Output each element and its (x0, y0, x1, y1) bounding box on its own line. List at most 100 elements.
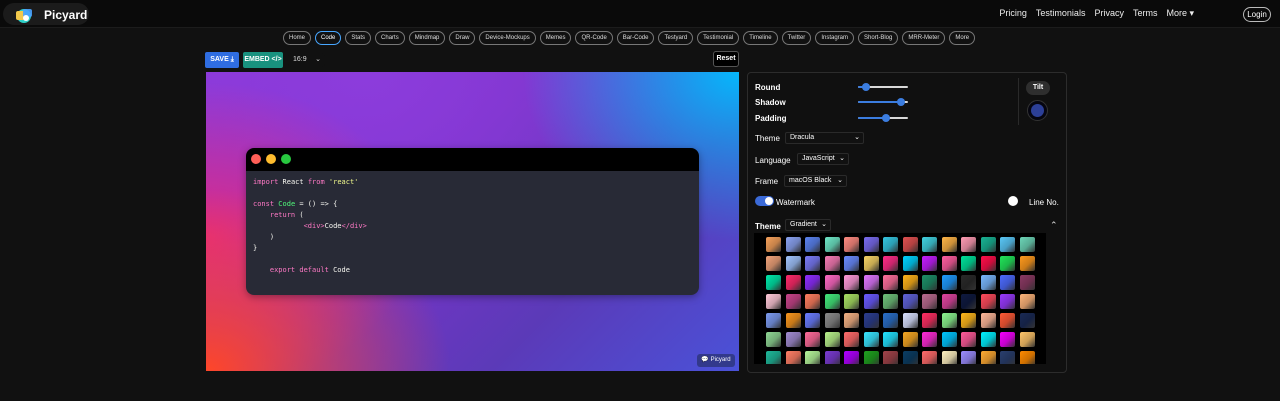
gradient-swatch[interactable] (961, 351, 976, 364)
tab-twitter[interactable]: Twitter (781, 31, 812, 45)
gradient-swatch[interactable] (1000, 313, 1015, 328)
tab-stats[interactable]: Stats (345, 31, 372, 45)
gradient-swatch[interactable] (824, 237, 840, 252)
tab-draw[interactable]: Draw (449, 31, 476, 45)
gradient-swatch[interactable] (922, 313, 937, 328)
gradient-swatch[interactable] (922, 351, 937, 364)
gradient-swatch[interactable] (785, 313, 801, 328)
gradient-swatch[interactable] (863, 275, 879, 290)
gradient-swatch[interactable] (766, 332, 781, 347)
gradient-swatch[interactable] (785, 237, 801, 252)
gradient-swatch[interactable] (1019, 294, 1035, 309)
tab-memes[interactable]: Memes (539, 31, 572, 45)
gradient-swatch[interactable] (824, 351, 840, 364)
tab-short-blog[interactable]: Short-Blog (858, 31, 899, 45)
gradient-swatch[interactable] (922, 256, 937, 271)
gradient-swatch[interactable] (961, 294, 976, 309)
gradient-swatch[interactable] (1019, 237, 1035, 252)
gradient-swatch[interactable] (824, 275, 840, 290)
gradient-swatch[interactable] (863, 332, 879, 347)
gradient-swatch[interactable] (941, 294, 957, 309)
gradient-swatch[interactable] (941, 237, 957, 252)
gradient-swatch[interactable] (883, 256, 898, 271)
chevron-up-icon[interactable]: ⌃ (1050, 220, 1058, 231)
gradient-swatch[interactable] (941, 351, 957, 364)
gradient-swatch[interactable] (805, 256, 820, 271)
line-numbers-toggle[interactable] (1008, 196, 1018, 206)
gradient-swatch[interactable] (766, 313, 781, 328)
round-slider[interactable] (858, 83, 908, 91)
gradient-swatch[interactable] (785, 294, 801, 309)
gradient-swatch[interactable] (863, 256, 879, 271)
embed-button[interactable]: EMBED </> (243, 52, 283, 68)
gradient-swatch[interactable] (883, 313, 898, 328)
tab-charts[interactable]: Charts (375, 31, 405, 45)
gradient-swatch[interactable] (980, 294, 996, 309)
gradient-swatch[interactable] (863, 313, 879, 328)
gradient-swatch[interactable] (941, 275, 957, 290)
code-editor[interactable]: import React from 'react' const Code = ()… (246, 171, 699, 295)
padding-slider[interactable] (858, 114, 908, 122)
gradient-swatch[interactable] (980, 313, 996, 328)
gradient-swatch[interactable] (844, 256, 859, 271)
gradient-swatch[interactable] (922, 294, 937, 309)
top-nav-link[interactable]: Testimonials (1036, 8, 1086, 19)
gradient-swatch[interactable] (941, 313, 957, 328)
gradient-swatch[interactable] (805, 313, 820, 328)
gradient-swatch[interactable] (922, 332, 937, 347)
gradient-swatch[interactable] (1000, 256, 1015, 271)
gradient-swatch[interactable] (902, 256, 918, 271)
gradient-swatch[interactable] (766, 256, 781, 271)
gradient-swatch[interactable] (1000, 294, 1015, 309)
gradient-swatch[interactable] (941, 332, 957, 347)
gradient-swatch[interactable] (1019, 332, 1035, 347)
gradient-swatch[interactable] (922, 275, 937, 290)
gradient-swatch[interactable] (980, 237, 996, 252)
gradient-swatch[interactable] (961, 332, 976, 347)
gradient-swatch[interactable] (980, 275, 996, 290)
tab-bar-code[interactable]: Bar-Code (616, 31, 655, 45)
tab-qr-code[interactable]: QR-Code (575, 31, 613, 45)
gradient-swatch[interactable] (961, 256, 976, 271)
gradient-swatch[interactable] (1019, 256, 1035, 271)
gradient-swatch[interactable] (785, 332, 801, 347)
gradient-swatch[interactable] (766, 237, 781, 252)
gradient-swatch[interactable] (824, 313, 840, 328)
gradient-swatch[interactable] (902, 294, 918, 309)
gradient-swatch[interactable] (1019, 275, 1035, 290)
gradient-swatch[interactable] (902, 332, 918, 347)
gradient-swatch[interactable] (1000, 237, 1015, 252)
gradient-swatch[interactable] (902, 275, 918, 290)
theme-select[interactable]: Dracula ⌄ (785, 132, 864, 144)
tab-testimonial[interactable]: Testimonial (697, 31, 740, 45)
gradient-swatch[interactable] (961, 313, 976, 328)
tab-mrr-meter[interactable]: MRR-Meter (902, 31, 946, 45)
gradient-swatch[interactable] (980, 351, 996, 364)
shadow-slider-handle[interactable] (896, 98, 905, 106)
tab-device-mockups[interactable]: Device-Mockups (479, 31, 536, 45)
gradient-swatch[interactable] (805, 294, 820, 309)
round-slider-handle[interactable] (861, 83, 870, 91)
gradient-swatch[interactable] (980, 332, 996, 347)
gradient-swatch[interactable] (961, 275, 976, 290)
gradient-swatch[interactable] (844, 294, 859, 309)
gradient-swatch[interactable] (824, 294, 840, 309)
gradient-swatch[interactable] (883, 332, 898, 347)
gradient-swatch[interactable] (922, 237, 937, 252)
gradient-swatch[interactable] (785, 256, 801, 271)
tab-code[interactable]: Code (315, 31, 342, 45)
gradient-swatch[interactable] (883, 351, 898, 364)
gradient-swatch[interactable] (766, 294, 781, 309)
top-nav-link[interactable]: Pricing (999, 8, 1027, 19)
reset-button[interactable]: Reset (713, 51, 739, 67)
gradient-swatch[interactable] (844, 332, 859, 347)
tab-mindmap[interactable]: Mindmap (408, 31, 446, 45)
login-button[interactable]: Login (1243, 7, 1271, 22)
padding-slider-handle[interactable] (881, 114, 890, 122)
top-nav-link[interactable]: Privacy (1094, 8, 1124, 19)
top-nav-link[interactable]: Terms (1133, 8, 1158, 19)
gradient-swatch[interactable] (883, 275, 898, 290)
gradient-swatch[interactable] (1000, 332, 1015, 347)
gradient-swatch[interactable] (863, 237, 879, 252)
gradient-swatch[interactable] (824, 332, 840, 347)
